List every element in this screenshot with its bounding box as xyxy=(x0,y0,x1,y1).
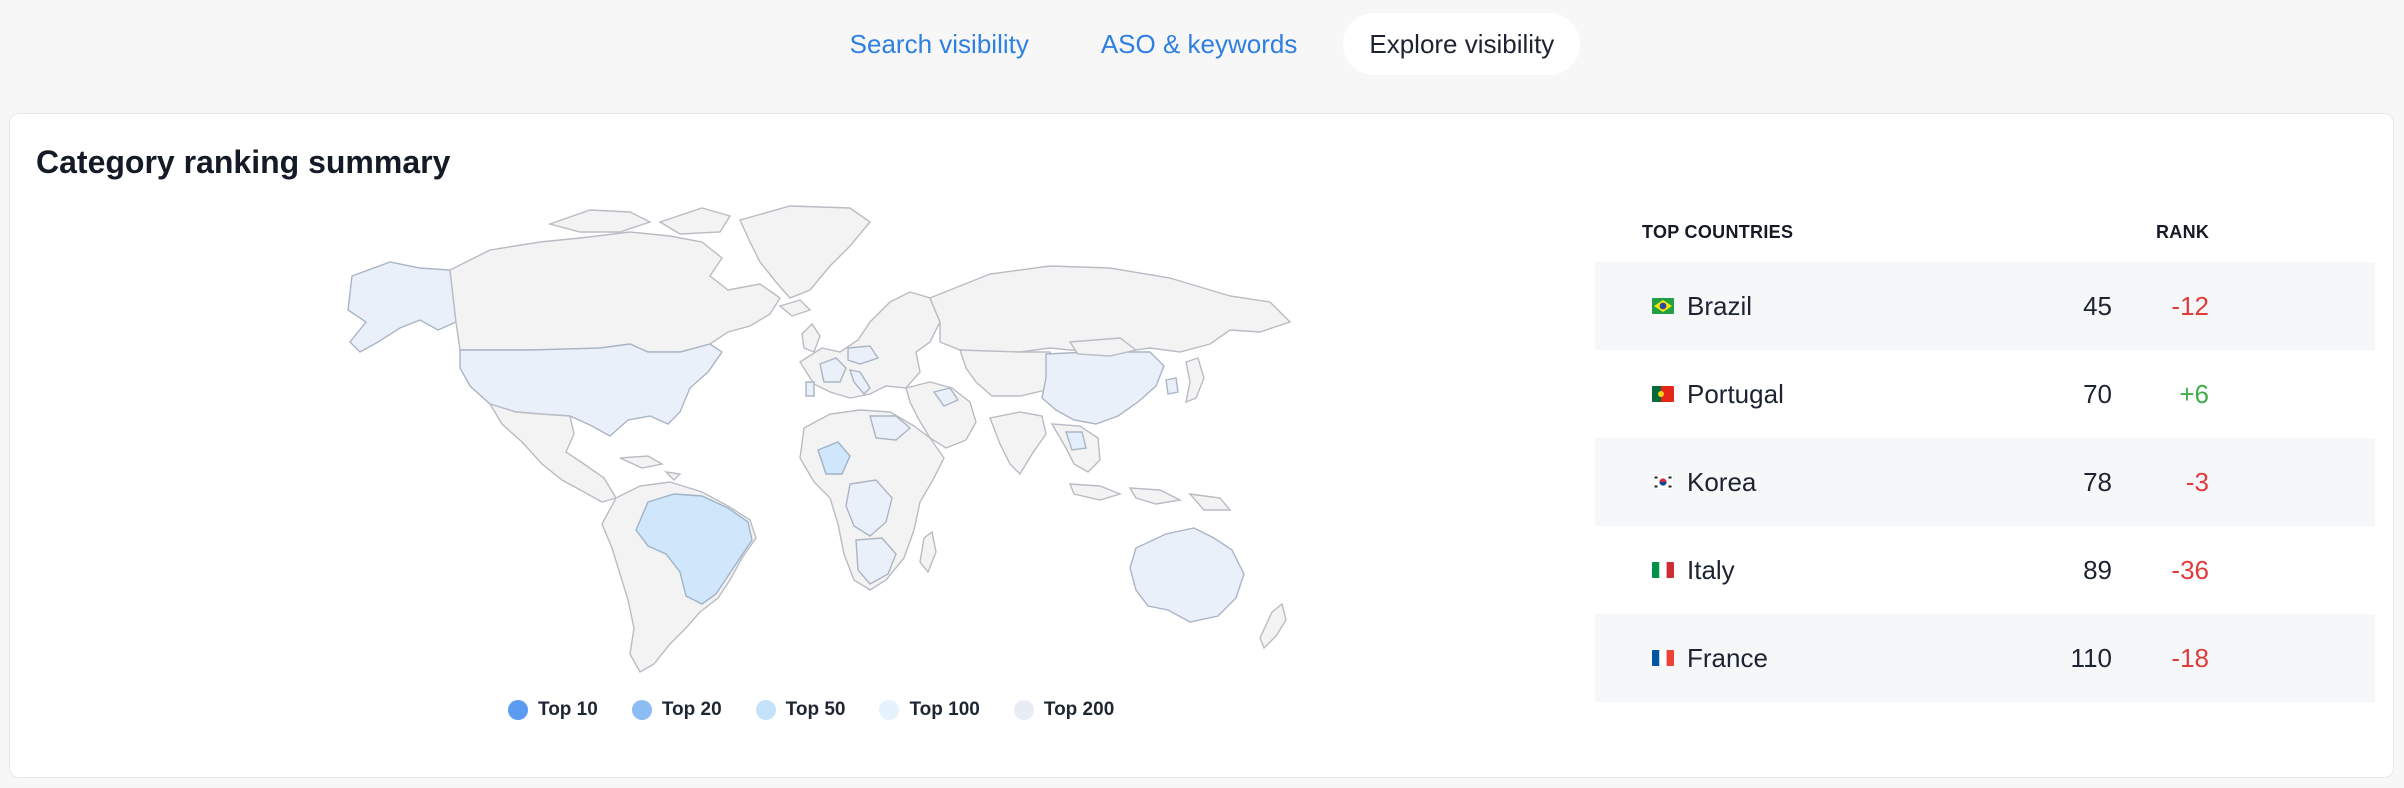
legend-dot-icon xyxy=(879,700,900,720)
table-row[interactable]: Brazil 45 -12 xyxy=(1595,262,2375,350)
country-name: Portugal xyxy=(1687,378,1784,409)
map-region-caribbean[interactable] xyxy=(619,455,682,481)
tab-explore-visibility[interactable]: Explore visibility xyxy=(1343,13,1581,75)
rank-value: 70 xyxy=(2083,378,2112,409)
category-ranking-card: Category ranking summary Top 10 Top 20 T… xyxy=(9,113,2394,778)
world-map-svg xyxy=(347,205,1292,673)
map-legend: Top 10 Top 20 Top 50 Top 100 Top 200 xyxy=(508,692,1114,728)
map-region-arctic-islands[interactable] xyxy=(547,207,732,235)
legend-label: Top 100 xyxy=(909,699,980,720)
table-row[interactable]: Italy 89 -36 xyxy=(1595,526,2375,614)
map-region-iceland[interactable] xyxy=(778,299,812,317)
rank-change: -12 xyxy=(2171,290,2209,321)
rank-change: -36 xyxy=(2171,554,2209,585)
korea-flag-icon xyxy=(1652,474,1674,490)
table-row[interactable]: France 110 -18 xyxy=(1595,614,2375,702)
rank-change: +6 xyxy=(2179,378,2209,409)
legend-label: Top 20 xyxy=(661,699,722,720)
legend-item-top-100[interactable]: Top 100 xyxy=(879,699,980,721)
legend-dot-icon xyxy=(508,700,528,720)
italy-flag-icon xyxy=(1652,562,1674,578)
map-region-usa[interactable] xyxy=(459,343,723,437)
legend-dot-icon xyxy=(1013,700,1034,720)
rank-value: 78 xyxy=(2083,466,2112,497)
rank-value: 45 xyxy=(2083,290,2112,321)
visibility-tabs: Search visibility ASO & keywords Explore… xyxy=(0,12,2404,76)
brazil-flag-icon xyxy=(1652,298,1674,314)
tab-search-visibility[interactable]: Search visibility xyxy=(824,13,1055,75)
map-region-japan[interactable] xyxy=(1185,357,1205,404)
rank-value: 110 xyxy=(2070,642,2112,673)
legend-item-top-50[interactable]: Top 50 xyxy=(755,699,846,721)
rank-change: -18 xyxy=(2171,642,2209,673)
rank-value: 89 xyxy=(2083,554,2112,585)
country-name: Italy xyxy=(1687,554,1735,585)
legend-item-top-200[interactable]: Top 200 xyxy=(1013,699,1115,721)
world-map xyxy=(330,202,1310,682)
top-countries-table: TOP COUNTRIES RANK Brazil 45 -12 Portuga… xyxy=(1595,202,2375,702)
legend-label: Top 10 xyxy=(538,699,598,720)
portugal-flag-icon xyxy=(1652,386,1674,402)
map-region-australia[interactable] xyxy=(1129,527,1245,623)
map-region-portugal[interactable] xyxy=(805,381,815,397)
map-region-alaska[interactable] xyxy=(347,261,457,353)
map-region-korea[interactable] xyxy=(1165,377,1179,395)
country-name: France xyxy=(1687,642,1768,673)
legend-item-top-10[interactable]: Top 10 xyxy=(508,699,598,721)
map-region-india[interactable] xyxy=(989,411,1047,476)
table-row[interactable]: Korea 78 -3 xyxy=(1595,438,2375,526)
header-top-countries: TOP COUNTRIES xyxy=(1642,221,1794,242)
map-region-indonesia[interactable] xyxy=(1068,483,1232,511)
tab-aso-keywords[interactable]: ASO & keywords xyxy=(1075,13,1324,75)
france-flag-icon xyxy=(1652,650,1674,666)
table-header: TOP COUNTRIES RANK xyxy=(1595,202,2375,262)
map-region-new-zealand[interactable] xyxy=(1259,602,1287,650)
map-region-canada[interactable] xyxy=(449,231,781,353)
rank-change: -3 xyxy=(2185,466,2209,497)
legend-dot-icon xyxy=(755,700,776,720)
legend-item-top-20[interactable]: Top 20 xyxy=(631,699,722,721)
map-region-uk[interactable] xyxy=(801,322,821,353)
country-name: Brazil xyxy=(1687,290,1753,321)
table-row[interactable]: Portugal 70 +6 xyxy=(1595,350,2375,438)
legend-dot-icon xyxy=(631,700,652,720)
map-region-madagascar[interactable] xyxy=(919,530,937,574)
country-name: Korea xyxy=(1687,466,1757,497)
legend-label: Top 200 xyxy=(1043,699,1115,720)
map-region-china[interactable] xyxy=(1041,351,1165,425)
legend-label: Top 50 xyxy=(785,699,846,720)
card-title: Category ranking summary xyxy=(36,144,451,180)
header-rank: RANK xyxy=(2156,221,2210,242)
map-region-europe[interactable] xyxy=(799,291,941,399)
